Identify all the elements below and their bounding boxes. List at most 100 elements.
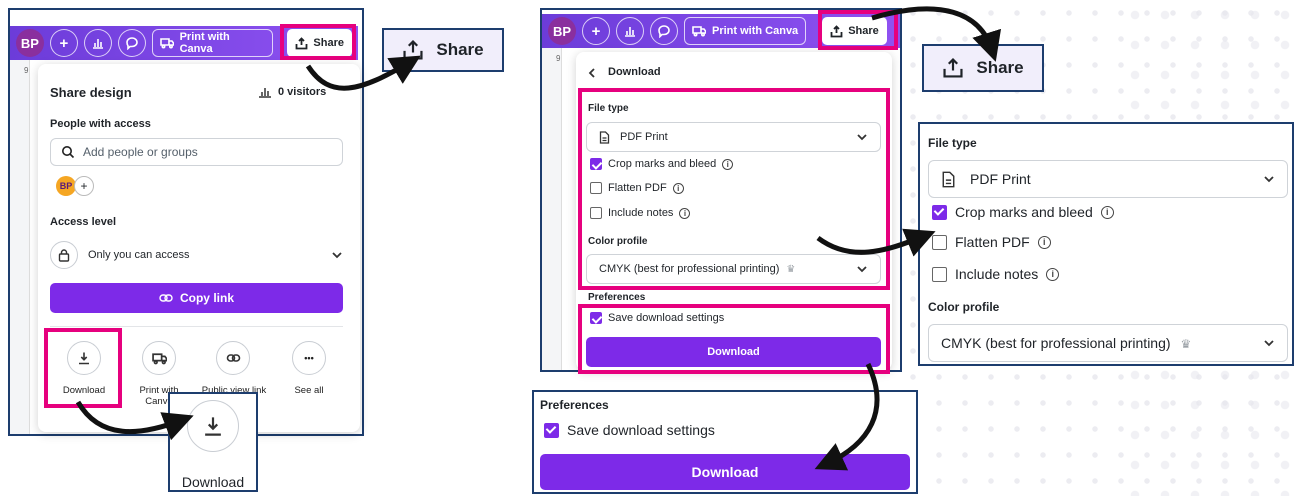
- print-with-canva-label: Print with Canva: [712, 25, 799, 37]
- zoom-crop-marks-row[interactable]: Crop marks and bleed i: [932, 204, 1114, 220]
- divider: [50, 326, 343, 327]
- print-option-button[interactable]: [142, 341, 176, 375]
- avatar[interactable]: BP: [16, 29, 44, 57]
- copy-link-label: Copy link: [179, 291, 234, 305]
- preferences-highlight: [578, 304, 890, 374]
- crown-icon: ♛: [1180, 337, 1192, 351]
- file-type-highlight: [578, 88, 890, 290]
- zoom-color-profile-value-group: CMYK (best for professional printing) ♛: [941, 335, 1191, 351]
- access-level-dropdown[interactable]: Only you can access: [50, 240, 343, 270]
- zoom-file-type-value-group: PDF Print: [941, 171, 1031, 188]
- download-zoom-button[interactable]: [187, 400, 239, 452]
- zoom-flatten-pdf-label: Flatten PDF: [955, 234, 1030, 250]
- share-zoom-frame: Share: [382, 28, 504, 72]
- zoom-include-notes-label: Include notes: [955, 266, 1039, 282]
- truck-icon: [159, 38, 174, 49]
- add-collaborator-button[interactable]: +: [582, 17, 610, 45]
- canvas-ruler: 9: [10, 60, 30, 434]
- download-panel-title: Download: [608, 66, 661, 78]
- ruler-mark: 9: [24, 66, 29, 75]
- info-icon[interactable]: i: [1037, 235, 1051, 249]
- bar-chart-icon: [92, 39, 103, 49]
- comments-button[interactable]: [650, 17, 678, 45]
- bar-chart-icon: [259, 88, 271, 98]
- zoom-save-settings-label: Save download settings: [567, 422, 715, 438]
- zoom-preferences-heading: Preferences: [540, 398, 609, 412]
- add-people-input[interactable]: Add people or groups: [50, 138, 343, 166]
- zoom-file-type-value: PDF Print: [970, 171, 1031, 187]
- add-collaborator-chip-button[interactable]: +: [74, 176, 94, 196]
- print-with-canva-label: Print with Canva: [179, 31, 230, 55]
- document-icon: [942, 171, 955, 187]
- zoom-flatten-pdf-row[interactable]: Flatten PDF i: [932, 234, 1051, 250]
- lock-icon: [50, 241, 78, 269]
- zoom-download-button-label: Download: [691, 464, 759, 480]
- people-access-heading: People with access: [50, 118, 151, 130]
- collaborator-avatar: BP: [56, 176, 76, 196]
- zoom-save-settings-checkbox[interactable]: [544, 422, 559, 438]
- print-with-canva-button[interactable]: Print with Canva: [684, 17, 807, 45]
- add-people-placeholder: Add people or groups: [83, 145, 198, 159]
- avatar[interactable]: BP: [548, 17, 576, 45]
- share-panel-title: Share design: [50, 85, 132, 100]
- ruler-mark: 9: [556, 54, 561, 63]
- chevron-down-icon: [1264, 176, 1274, 183]
- link-icon: [226, 354, 240, 362]
- chevron-down-icon: [332, 252, 342, 259]
- public-link-option-button[interactable]: [216, 341, 250, 375]
- print-with-canva-button[interactable]: Print with Canva: [151, 29, 274, 57]
- zoom-flatten-pdf-checkbox[interactable]: [932, 234, 947, 250]
- zoom-file-type-dropdown[interactable]: PDF Print: [928, 160, 1288, 198]
- download-icon: [205, 417, 221, 436]
- truck-icon: [151, 352, 167, 364]
- preferences-heading: Preferences: [588, 292, 646, 303]
- back-button[interactable]: [588, 66, 596, 84]
- access-level-value: Only you can access: [88, 249, 190, 261]
- zoom-crop-marks-checkbox[interactable]: [932, 204, 947, 220]
- info-icon[interactable]: i: [1100, 205, 1114, 219]
- canvas-ruler: 9: [542, 48, 562, 370]
- search-icon: [62, 146, 75, 159]
- truck-icon: [692, 26, 706, 37]
- collaborator-chip[interactable]: BP +: [56, 176, 94, 196]
- zoom-file-type-heading: File type: [928, 136, 977, 150]
- share-zoom-label: Share: [976, 58, 1024, 77]
- chevron-down-icon: [1264, 340, 1274, 347]
- comment-icon: [658, 25, 670, 38]
- zoom-color-profile-dropdown[interactable]: CMYK (best for professional printing) ♛: [928, 324, 1288, 362]
- zoom-color-profile-value: CMYK (best for professional printing): [941, 335, 1171, 351]
- bar-chart-icon: [625, 27, 635, 37]
- more-icon: •••: [304, 353, 314, 363]
- insights-button[interactable]: [616, 17, 644, 45]
- see-all-option-button[interactable]: •••: [292, 341, 326, 375]
- zoom-download-button[interactable]: Download: [540, 454, 910, 490]
- zoom-save-settings-row[interactable]: Save download settings: [544, 422, 715, 438]
- info-icon[interactable]: i: [1046, 267, 1060, 281]
- share-zoom-frame-2: Share: [922, 44, 1044, 92]
- share-icon: [943, 57, 963, 78]
- access-level-value-group: Only you can access: [50, 241, 190, 269]
- access-level-heading: Access level: [50, 216, 117, 228]
- file-type-zoom-frame: File type PDF Print Crop marks and bleed…: [918, 122, 1294, 366]
- comment-icon: [125, 37, 138, 50]
- zoom-color-profile-heading: Color profile: [928, 300, 1000, 314]
- visitors-label: 0 visitors: [278, 86, 327, 98]
- see-all-option-label: See all: [294, 385, 324, 396]
- chevron-left-icon: [588, 68, 595, 78]
- download-zoom-label: Download: [181, 474, 245, 490]
- preferences-zoom-frame: Preferences Save download settings Downl…: [532, 390, 918, 494]
- add-collaborator-button[interactable]: +: [49, 29, 78, 57]
- share-icon: [403, 39, 423, 60]
- zoom-crop-marks-label: Crop marks and bleed: [955, 204, 1093, 220]
- insights-button[interactable]: [83, 29, 112, 57]
- link-icon: [159, 294, 173, 302]
- copy-link-button[interactable]: Copy link: [50, 283, 343, 313]
- zoom-include-notes-row[interactable]: Include notes i: [932, 266, 1060, 282]
- visitors-count[interactable]: 0 visitors: [258, 86, 326, 98]
- share-button-highlight: [280, 24, 356, 60]
- share-button-highlight-2: [818, 10, 898, 50]
- download-zoom-frame: Download: [168, 392, 258, 492]
- share-zoom-label: Share: [436, 40, 484, 59]
- zoom-include-notes-checkbox[interactable]: [932, 266, 947, 282]
- comments-button[interactable]: [117, 29, 146, 57]
